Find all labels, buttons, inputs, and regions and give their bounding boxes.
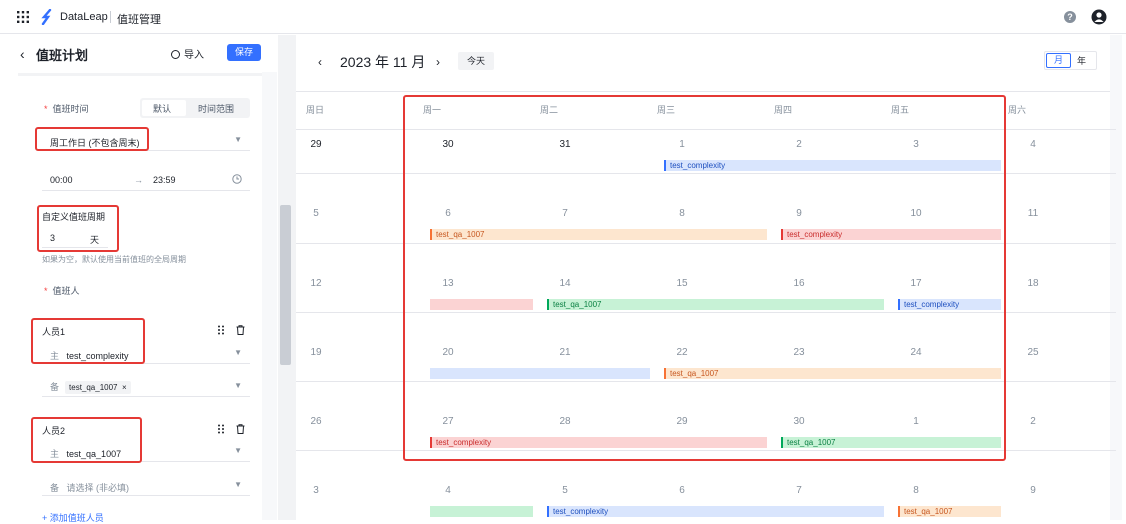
day-cell[interactable]: 5 <box>301 208 331 219</box>
month-view-button[interactable]: 月 <box>1046 53 1071 68</box>
end-time: 23:59 <box>153 175 176 185</box>
page-name: 值班管理 <box>117 14 161 26</box>
save-button[interactable]: 保存 <box>227 44 261 61</box>
drag-handle-icon[interactable] <box>217 325 225 335</box>
staff-label-text: 值班人 <box>52 286 80 296</box>
day-cell[interactable]: 18 <box>1018 278 1048 289</box>
splitter[interactable] <box>278 35 296 520</box>
backup-tag-text: test_qa_1007 <box>69 383 118 392</box>
backup-placeholder: 请选择 (非必填) <box>66 483 130 493</box>
day-cell[interactable]: 7 <box>784 485 814 496</box>
panel-scrollbar[interactable] <box>262 72 277 520</box>
splitter-handle[interactable] <box>280 205 291 365</box>
start-time: 00:00 <box>50 175 73 185</box>
range-arrow-icon: → <box>134 175 143 185</box>
day-cell[interactable]: 2 <box>1018 416 1048 427</box>
highlight-custom-period <box>37 205 119 252</box>
calendar: ‹ 2023 年 11 月 › 今天 月 年 周日 周一 周二 周三 周四 周五 周六 29 3… <box>296 35 1126 520</box>
chevron-down-icon: ▼ <box>234 480 242 489</box>
chevron-down-icon: ▼ <box>234 348 242 357</box>
staff-label: * 值班人 <box>44 286 80 296</box>
panel-title: 值班计划 <box>36 48 89 63</box>
drag-handle-icon[interactable] <box>217 424 225 434</box>
day-cell[interactable]: 6 <box>667 485 697 496</box>
duty-time-mode-switch: 默认 时间范围 <box>140 98 250 118</box>
view-mode-switch: 月 年 <box>1044 51 1097 70</box>
tag-close-icon[interactable]: × <box>122 383 127 392</box>
import-button[interactable]: 导入 <box>171 46 204 61</box>
duty-time-label: * 值班时间 <box>44 104 89 114</box>
calendar-scrollbar[interactable] <box>1110 35 1122 520</box>
brand-name[interactable]: DataLeap <box>60 11 108 23</box>
duty-event[interactable] <box>430 506 533 517</box>
import-icon <box>171 50 180 59</box>
person2-backup-value: 备 请选择 (非必填) <box>50 481 129 494</box>
segment-default[interactable]: 默认 <box>153 102 171 115</box>
duty-time-label-text: 值班时间 <box>52 104 89 114</box>
segment-time-range[interactable]: 时间范围 <box>198 102 234 115</box>
year-view-button[interactable]: 年 <box>1077 54 1086 67</box>
duty-plan-panel: ‹ 值班计划 导入 保存 * 值班时间 默认 时间范围 周工作日 (不包含周末) … <box>0 35 278 523</box>
next-month-icon[interactable]: › <box>436 55 440 69</box>
highlight-weekday-select <box>35 127 149 151</box>
duty-event[interactable]: test_complexity <box>547 506 884 517</box>
topbar-divider <box>110 11 111 23</box>
weekday-header: 周六 <box>1008 105 1027 115</box>
day-cell[interactable]: 3 <box>301 485 331 496</box>
person1-backup-value: 备 test_qa_1007 × <box>50 380 131 394</box>
delete-icon[interactable] <box>236 325 245 335</box>
chevron-down-icon: ▼ <box>234 446 242 455</box>
user-avatar-icon[interactable] <box>1091 9 1107 25</box>
highlight-person2 <box>31 417 142 463</box>
back-arrow-icon[interactable]: ‹ <box>20 46 25 62</box>
time-range-picker[interactable]: 00:00 → 23:59 <box>42 169 250 191</box>
panel-divider <box>18 73 262 76</box>
highlight-person1 <box>31 318 145 364</box>
day-cell[interactable]: 12 <box>301 278 331 289</box>
header-divider <box>296 91 1116 92</box>
person2-backup-select[interactable]: 备 请选择 (非必填) ▼ <box>42 476 250 496</box>
day-cell[interactable]: 4 <box>1018 139 1048 150</box>
prev-month-icon[interactable]: ‹ <box>318 55 322 69</box>
help-icon[interactable]: ? <box>1064 11 1076 23</box>
calendar-title: 2023 年 11 月 <box>340 54 426 70</box>
top-bar: DataLeap 值班管理 ? <box>0 0 1126 34</box>
app-grid-icon[interactable] <box>17 11 29 23</box>
day-cell[interactable]: 4 <box>433 485 463 496</box>
weekday-header: 周日 <box>306 105 325 115</box>
delete-icon[interactable] <box>236 424 245 434</box>
add-staff-link[interactable]: + 添加值班人员 <box>42 511 104 524</box>
import-label: 导入 <box>184 50 204 61</box>
day-cell[interactable]: 5 <box>550 485 580 496</box>
highlight-weekday-columns <box>403 95 1006 461</box>
backup-prefix: 备 <box>50 382 60 392</box>
period-hint: 如果为空，默认使用当前值班的全局周期 <box>42 255 186 264</box>
panel-header: ‹ 值班计划 导入 保存 <box>0 35 278 72</box>
day-cell[interactable]: 9 <box>1018 485 1048 496</box>
chevron-down-icon: ▼ <box>234 381 242 390</box>
day-cell[interactable]: 29 <box>301 139 331 150</box>
day-cell[interactable]: 25 <box>1018 347 1048 358</box>
today-button[interactable]: 今天 <box>458 52 494 70</box>
day-cell[interactable]: 11 <box>1018 208 1048 219</box>
person1-backup-select[interactable]: 备 test_qa_1007 × ▼ <box>42 377 250 397</box>
day-cell[interactable]: 8 <box>901 485 931 496</box>
chevron-down-icon: ▼ <box>234 135 242 144</box>
backup-tag: test_qa_1007 × <box>65 381 131 394</box>
dataleap-logo-icon <box>41 9 52 25</box>
day-cell[interactable]: 19 <box>301 347 331 358</box>
day-cell[interactable]: 26 <box>301 416 331 427</box>
duty-event[interactable]: test_qa_1007 <box>898 506 1001 517</box>
backup-prefix: 备 <box>50 483 60 493</box>
clock-icon <box>232 174 242 184</box>
